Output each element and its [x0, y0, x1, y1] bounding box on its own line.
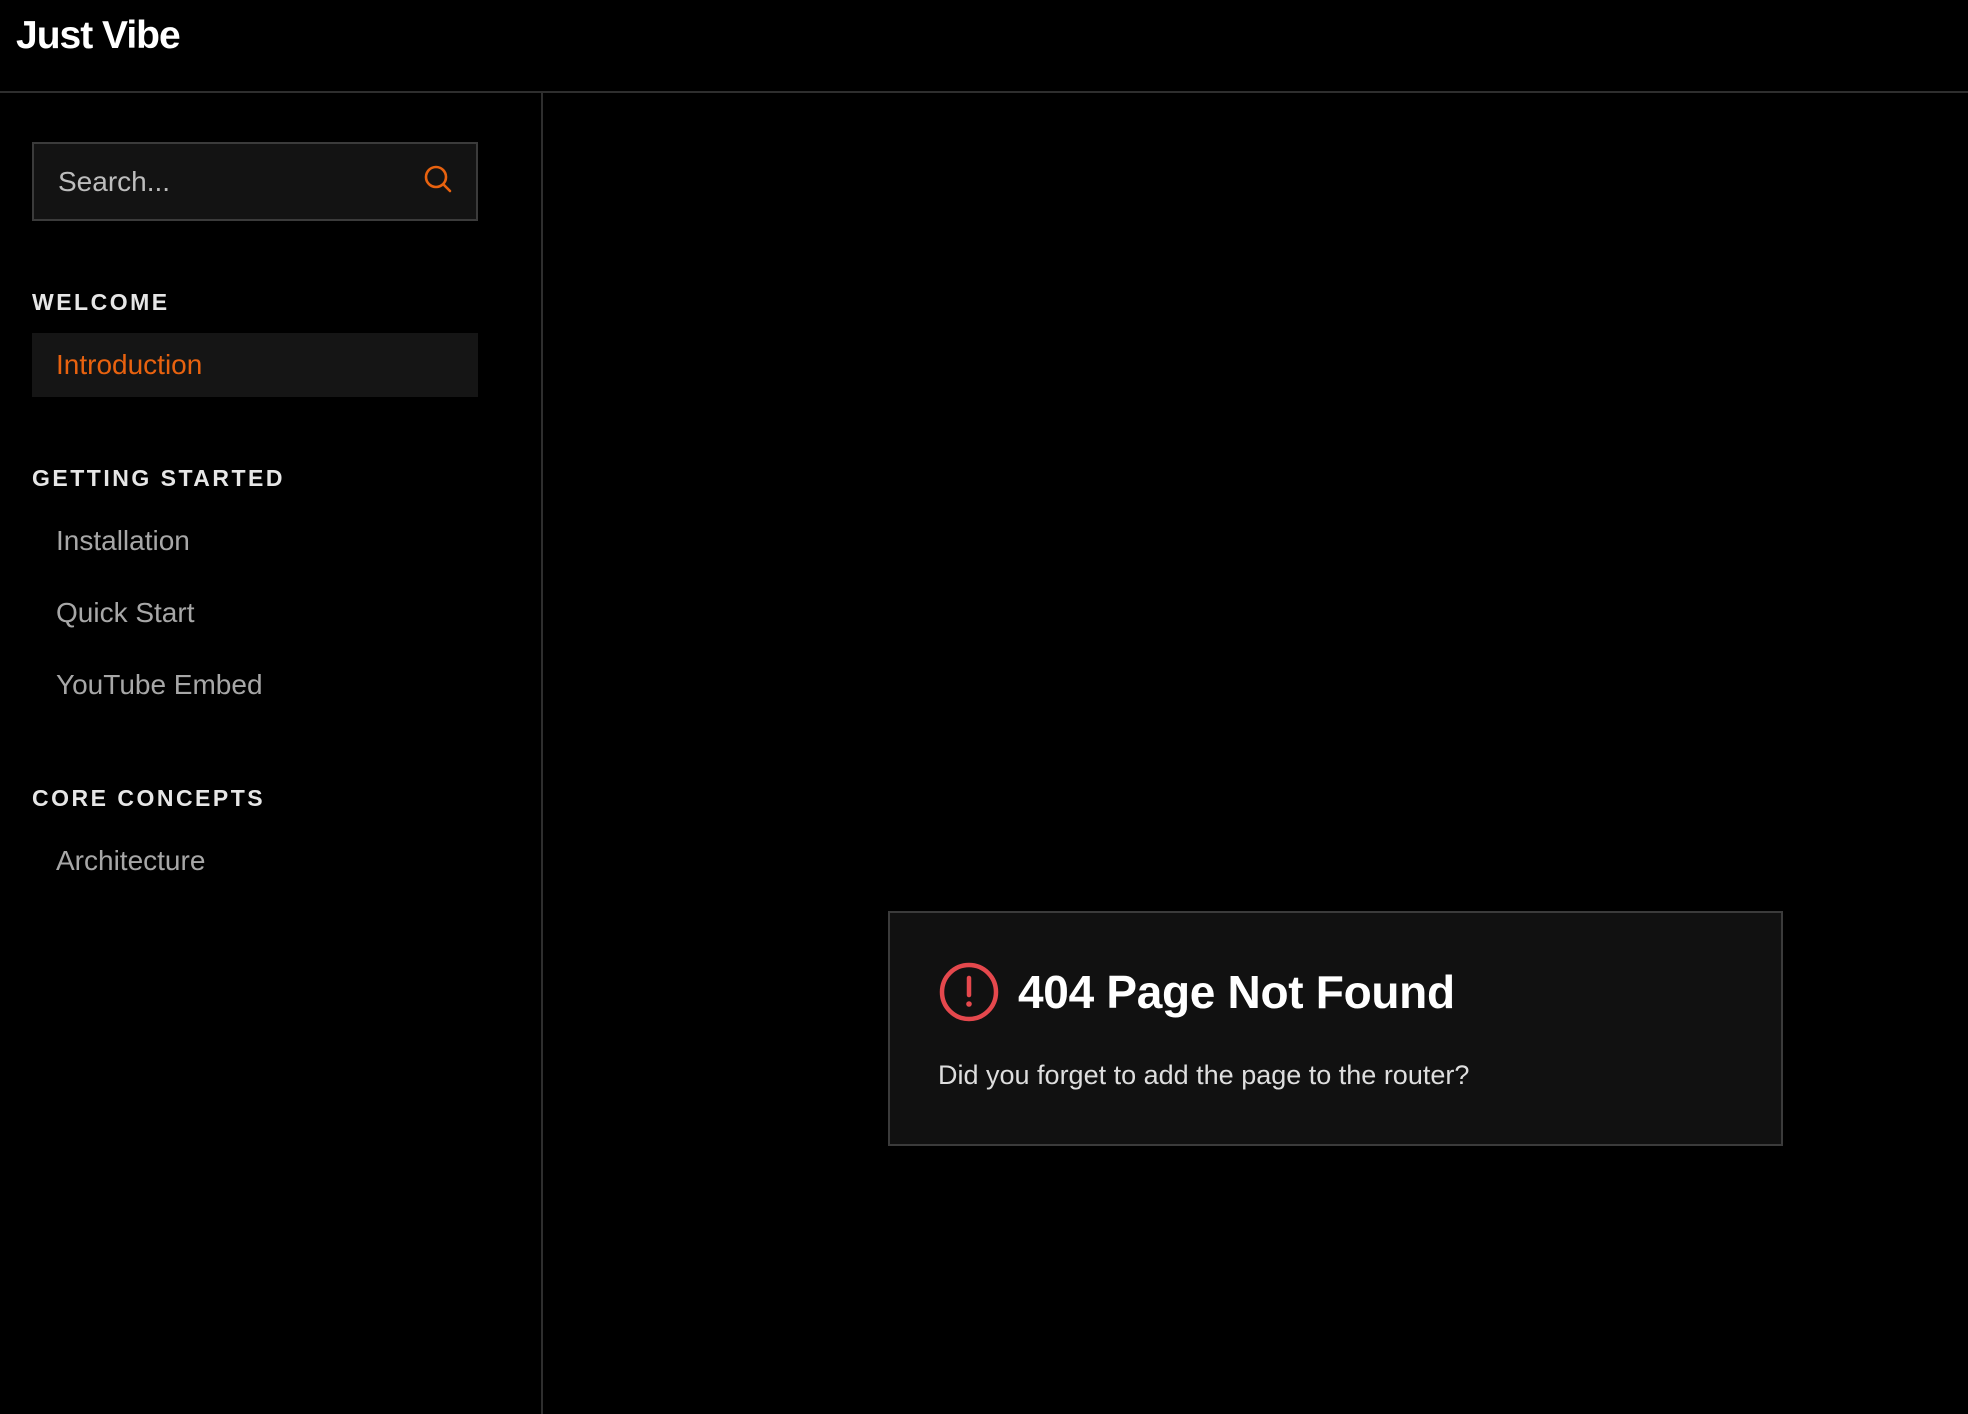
error-header: 404 Page Not Found: [938, 961, 1455, 1023]
alert-circle-icon: [939, 962, 999, 1022]
error-title: 404 Page Not Found: [1018, 966, 1455, 1018]
sidebar-item-quick-start[interactable]: Quick Start: [32, 581, 478, 645]
main-content: 404 Page Not Found Did you forget to add…: [543, 93, 1968, 1414]
sidebar-item-youtube-embed[interactable]: YouTube Embed: [32, 653, 478, 717]
sidebar-item-introduction[interactable]: Introduction: [32, 333, 478, 397]
section-title-getting-started: GETTING STARTED: [32, 465, 286, 491]
sidebar: WELCOME Introduction GETTING STARTED Ins…: [0, 93, 543, 1414]
sidebar-item-installation[interactable]: Installation: [32, 509, 478, 573]
error-message: Did you forget to add the page to the ro…: [938, 1060, 1470, 1090]
section-title-welcome: WELCOME: [32, 289, 170, 315]
search-icon[interactable]: [421, 159, 454, 199]
top-bar: Just Vibe: [0, 0, 1968, 93]
error-card: 404 Page Not Found Did you forget to add…: [888, 911, 1783, 1146]
brand-logo[interactable]: Just Vibe: [16, 14, 181, 58]
search-box[interactable]: [32, 142, 478, 221]
sidebar-item-architecture[interactable]: Architecture: [32, 829, 478, 893]
search-input[interactable]: [34, 144, 421, 219]
section-title-core-concepts: CORE CONCEPTS: [32, 785, 266, 811]
